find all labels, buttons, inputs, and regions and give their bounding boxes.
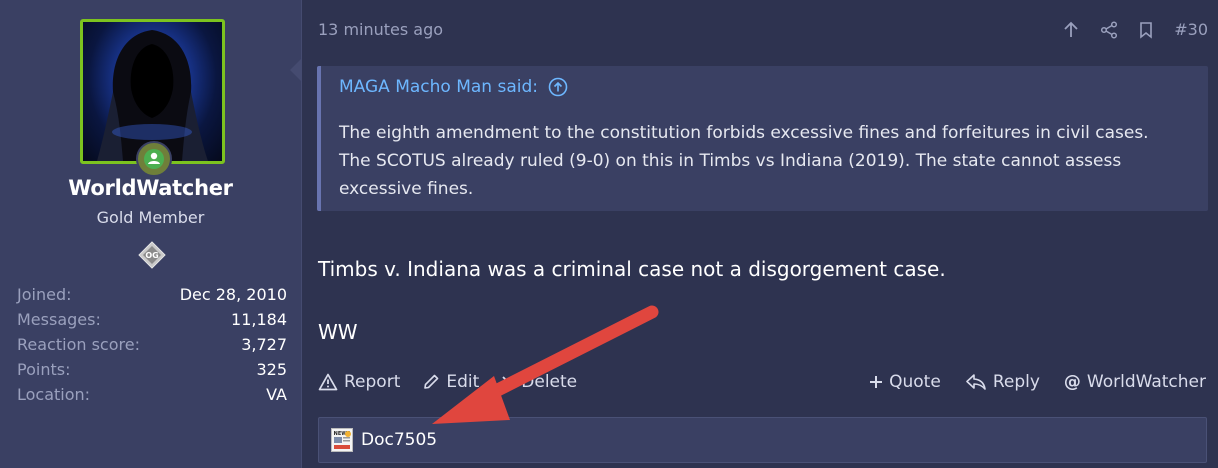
stat-points: Points: 325 [17,360,287,379]
og-badge-icon: OG [138,241,166,269]
sidebar-pointer [290,58,302,82]
user-stats: Joined: Dec 28, 2010 Messages: 11,184 Re… [17,282,287,407]
at-icon: @ [1063,372,1081,392]
mention-button[interactable]: @ WorldWatcher [1064,372,1206,392]
arrow-up-icon[interactable] [1062,21,1080,39]
reply-icon [966,374,986,390]
reactions-bar[interactable]: NEWS Doc7505 [318,417,1207,463]
reaction-user-link[interactable]: Doc7505 [361,430,437,450]
quote-button[interactable]: Quote [869,372,941,392]
pencil-icon [424,374,439,389]
post-actions-right: Quote Reply @ WorldWatcher [869,372,1206,392]
message-text: Timbs v. Indiana was a criminal case not… [318,257,946,281]
quote-attribution[interactable]: MAGA Macho Man said: [339,77,568,97]
post-body: 13 minutes ago #30 MAGA Macho Man said: [290,0,1218,468]
message-signature: WW [318,320,358,344]
stat-joined: Joined: Dec 28, 2010 [17,285,287,304]
post-timestamp[interactable]: 13 minutes ago [318,20,443,39]
quote-text: The eighth amendment to the constitution… [339,123,1149,199]
stat-reaction-score: Reaction score: 3,727 [17,335,287,354]
plus-icon [870,376,883,388]
quote-block: MAGA Macho Man said: The eighth amendmen… [317,66,1208,211]
user-title: Gold Member [96,208,205,227]
online-status-icon [136,141,172,177]
news-reaction-icon: NEWS [331,428,353,452]
close-icon [502,376,514,388]
username[interactable]: WorldWatcher [0,176,301,200]
svg-text:OG: OG [145,251,158,260]
jump-to-quote-icon[interactable] [548,77,568,97]
user-sidebar: WorldWatcher Gold Member OG Joined: Dec … [0,0,302,468]
stat-location: Location: VA [17,385,287,404]
delete-button[interactable]: Delete [501,372,577,392]
post-tools: #30 [1062,20,1208,39]
post-actions-left: Report Edit Delete [318,372,577,392]
report-button[interactable]: Report [318,372,400,392]
bookmark-icon[interactable] [1138,21,1154,39]
stat-messages: Messages: 11,184 [17,310,287,329]
post-number-link[interactable]: #30 [1174,20,1208,39]
edit-button[interactable]: Edit [422,372,479,392]
warning-icon [318,373,338,391]
share-icon[interactable] [1100,20,1118,39]
reply-button[interactable]: Reply [965,372,1040,392]
